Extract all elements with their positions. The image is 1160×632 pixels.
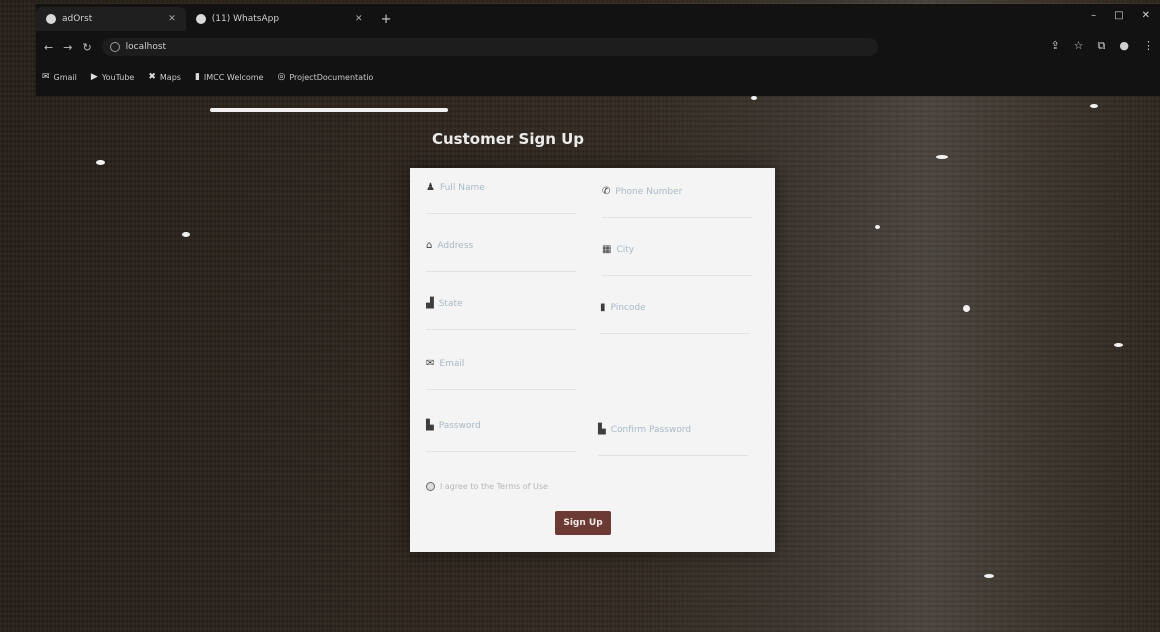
confirm-password-field[interactable]: ▙ Confirm Password [598, 424, 748, 456]
forward-icon[interactable]: → [63, 41, 72, 54]
input-underline [426, 389, 576, 390]
dust-speck [751, 96, 757, 100]
terms-checkbox[interactable] [426, 482, 435, 491]
minimize-button[interactable]: – [1091, 10, 1096, 21]
city-field[interactable]: ▦ City [602, 244, 752, 276]
whatsapp-icon [195, 14, 206, 24]
lock-icon: ▙ [598, 424, 606, 435]
maximize-button[interactable]: □ [1114, 10, 1123, 21]
phone-icon: ✆ [602, 186, 611, 197]
input-underline [426, 451, 576, 452]
dust-speck [963, 305, 970, 312]
reload-icon[interactable]: ↻ [82, 41, 91, 54]
bookmark-gmail[interactable]: ✉ Gmail [42, 72, 77, 82]
bank-icon: ▟ [426, 298, 434, 309]
toolbar-actions: ⇪ ☆ ⧉ ● ⋮ [1050, 39, 1154, 53]
user-icon: ♟ [426, 182, 435, 193]
tab-label: adOrst [62, 14, 93, 24]
browser-chrome: adOrst ✕ (11) WhatsApp ✕ + – □ ✕ ← → ↻ l… [36, 4, 1160, 96]
home-icon: ⌂ [426, 240, 433, 251]
input-underline [602, 275, 752, 276]
mail-icon: ✉ [42, 72, 50, 82]
email-field[interactable]: ✉ Email [426, 358, 576, 390]
phone-number-field[interactable]: ✆ Phone Number [602, 186, 752, 218]
tab-favicon-icon [46, 14, 56, 24]
desktop-screen: adOrst ✕ (11) WhatsApp ✕ + – □ ✕ ← → ↻ l… [0, 0, 1160, 632]
terms-label: I agree to the Terms of Use [440, 482, 548, 491]
tab-close-icon[interactable]: ✕ [355, 14, 363, 24]
tab-active[interactable]: adOrst ✕ [36, 7, 186, 31]
dust-speck [1090, 104, 1098, 108]
tab-close-icon[interactable]: ✕ [168, 14, 176, 24]
extensions-icon[interactable]: ⧉ [1098, 39, 1106, 53]
lock-icon: ▙ [426, 420, 434, 431]
new-tab-button[interactable]: + [381, 12, 392, 27]
profile-icon[interactable]: ● [1119, 39, 1129, 53]
loading-bar [210, 108, 448, 112]
browser-toolbar: ← → ↻ localhost ⇪ ☆ ⧉ ● ⋮ [36, 34, 1160, 60]
share-icon[interactable]: ⇪ [1050, 39, 1059, 53]
dust-speck [96, 160, 105, 165]
dust-speck [1114, 343, 1123, 347]
password-field[interactable]: ▙ Password [426, 420, 576, 452]
bookmark-project[interactable]: ◎ ProjectDocumentatio [277, 72, 373, 82]
play-icon: ▶ [90, 72, 98, 82]
globe-icon: ◎ [277, 72, 286, 82]
full-name-field[interactable]: ♟ Full Name [426, 182, 576, 214]
menu-icon[interactable]: ⋮ [1143, 39, 1154, 53]
terms-checkbox-row[interactable]: I agree to the Terms of Use [426, 482, 548, 491]
signup-form: ♟ Full Name ✆ Phone Number ⌂ Address ▦ City … [410, 168, 775, 552]
bookmark-icon: ▮ [194, 72, 200, 82]
input-underline [426, 213, 576, 214]
bookmark-maps[interactable]: ✖ Maps [148, 72, 181, 82]
tab-whatsapp[interactable]: (11) WhatsApp ✕ [186, 7, 373, 31]
input-underline [600, 333, 750, 334]
dust-speck [875, 225, 880, 229]
input-underline [426, 271, 576, 272]
input-underline [426, 329, 576, 330]
dust-speck [984, 574, 994, 578]
tab-strip: adOrst ✕ (11) WhatsApp ✕ + – □ ✕ [36, 4, 1160, 34]
window-controls: – □ ✕ [1091, 10, 1150, 21]
input-underline [602, 217, 752, 218]
state-field[interactable]: ▟ State [426, 298, 576, 330]
dust-speck [936, 155, 948, 159]
dust-speck [182, 232, 190, 237]
envelope-icon: ✉ [426, 358, 435, 369]
input-underline [598, 455, 748, 456]
bookmark-youtube[interactable]: ▶ YouTube [91, 72, 134, 82]
pincode-field[interactable]: ▮ Pincode [600, 302, 750, 334]
close-window-button[interactable]: ✕ [1142, 10, 1150, 21]
bookmark-imcc[interactable]: ▮ IMCC Welcome [195, 72, 264, 82]
pin-icon: ▮ [600, 302, 606, 313]
building-icon: ▦ [602, 244, 612, 255]
map-icon: ✖ [148, 72, 156, 82]
sign-up-button[interactable]: Sign Up [555, 511, 611, 535]
address-bar[interactable]: localhost [101, 38, 878, 56]
star-icon[interactable]: ☆ [1074, 39, 1084, 53]
tab-label: (11) WhatsApp [211, 14, 280, 24]
address-field[interactable]: ⌂ Address [426, 240, 576, 272]
address-text: localhost [125, 42, 167, 52]
site-info-icon[interactable] [109, 42, 120, 52]
bookmarks-bar: ✉ Gmail ▶ YouTube ✖ Maps ▮ IMCC Welcome … [36, 62, 1160, 92]
page-title: Customer Sign Up [432, 130, 585, 148]
back-icon[interactable]: ← [44, 41, 53, 54]
